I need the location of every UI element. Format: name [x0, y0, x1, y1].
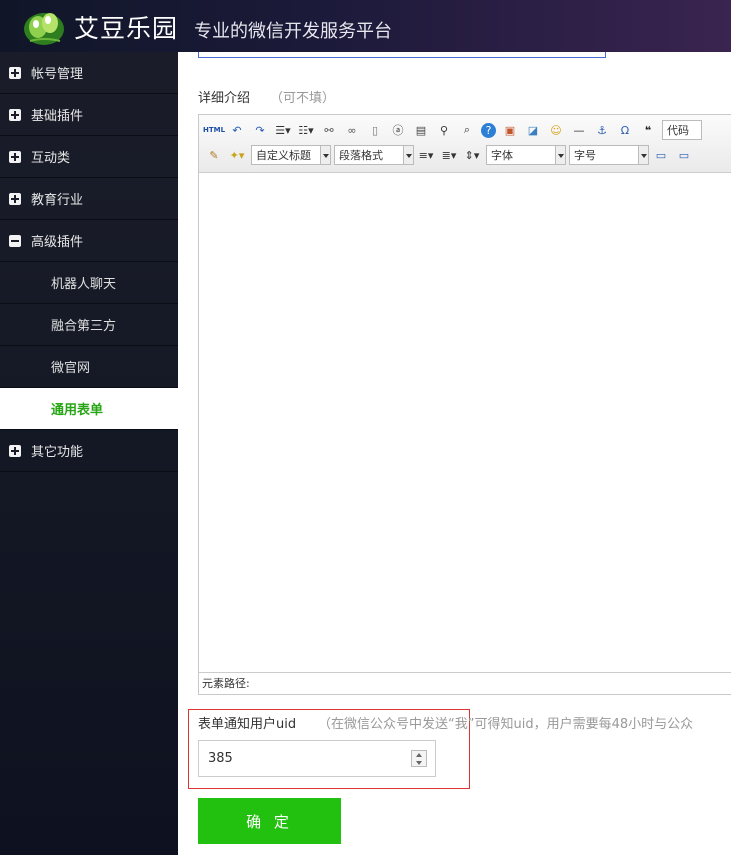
image-center-icon[interactable]: ▭: [675, 146, 693, 164]
unlink-icon[interactable]: ⚯: [320, 121, 338, 139]
sidebar-subitem-robot-chat[interactable]: 机器人聊天: [0, 262, 178, 304]
expand-plus-icon: [9, 150, 21, 163]
main-content: 详细介绍 （可不填） HTML ↶ ↷ ☰▾ ☷▾ ⚯ ∞ ▯ ⓐ ▤ ⚲ ⌕ …: [178, 52, 731, 855]
element-path-bar: 元素路径:: [199, 672, 731, 694]
paragraph-spacing-bottom-icon[interactable]: ≣▾: [440, 146, 458, 164]
undo-icon[interactable]: ↶: [228, 121, 246, 139]
chevron-down-icon: [638, 146, 648, 164]
number-stepper-icon[interactable]: [411, 750, 427, 767]
sidebar-subitem-label: 融合第三方: [51, 319, 117, 334]
toolbar-row-2: ✎ ✦▾ 自定义标题 段落格式 ≡▾ ≣▾ ⇕▾ 字体 字号 ▭ ▭: [205, 144, 698, 166]
sidebar-item-account[interactable]: 帐号管理: [0, 52, 178, 94]
chevron-down-icon: [320, 146, 330, 164]
image-icon[interactable]: ▣: [501, 121, 519, 139]
top-header: 艾豆乐园 专业的微信开发服务平台: [0, 0, 731, 52]
font-size-select[interactable]: 字号: [569, 145, 649, 165]
sidebar-item-education[interactable]: 教育行业: [0, 178, 178, 220]
font-size-label: 字号: [574, 149, 596, 162]
sidebar-item-other[interactable]: 其它功能: [0, 430, 178, 472]
paragraph-format-select[interactable]: 段落格式: [334, 145, 414, 165]
paragraph-format-label: 段落格式: [339, 149, 383, 162]
uid-label: 表单通知用户uid: [198, 717, 297, 732]
uid-value: 385: [208, 751, 233, 766]
collapse-minus-icon: [9, 234, 21, 247]
detail-hint: （可不填）: [270, 91, 336, 106]
brand-tagline: 专业的微信开发服务平台: [194, 21, 392, 42]
line-height-icon[interactable]: ⇕▾: [463, 146, 481, 164]
paste-text-icon[interactable]: ⓐ: [389, 121, 407, 139]
sidebar-subitem-label: 通用表单: [51, 403, 104, 418]
sidebar-item-label: 其它功能: [31, 445, 84, 460]
sidebar-subitem-label: 微官网: [51, 361, 91, 376]
sidebar-item-interactive[interactable]: 互动类: [0, 136, 178, 178]
expand-plus-icon: [9, 192, 21, 205]
previous-input-field[interactable]: [198, 52, 606, 58]
image-left-icon[interactable]: ▭: [652, 146, 670, 164]
sidebar-subitem-third-party[interactable]: 融合第三方: [0, 304, 178, 346]
sidebar-item-label: 教育行业: [31, 193, 84, 208]
toolbar-row-1: HTML ↶ ↷ ☰▾ ☷▾ ⚯ ∞ ▯ ⓐ ▤ ⚲ ⌕ ? ▣ ◪ ☺ — ⚓…: [203, 119, 705, 141]
font-family-select[interactable]: 字体: [486, 145, 566, 165]
sidebar-item-label: 基础插件: [31, 109, 84, 124]
sidebar-subitem-general-form[interactable]: 通用表单: [0, 388, 178, 430]
quote-icon[interactable]: ❝: [639, 121, 657, 139]
rich-text-editor: HTML ↶ ↷ ☰▾ ☷▾ ⚯ ∞ ▯ ⓐ ▤ ⚲ ⌕ ? ▣ ◪ ☺ — ⚓…: [198, 114, 731, 695]
bean-logo-icon[interactable]: [20, 7, 68, 47]
sidebar-item-advanced-plugins[interactable]: 高级插件: [0, 220, 178, 262]
emoticon-icon[interactable]: ☺: [547, 121, 565, 139]
sidebar-item-label: 帐号管理: [31, 67, 84, 82]
sidebar-subitem-label: 机器人聊天: [51, 277, 117, 292]
redo-icon[interactable]: ↷: [251, 121, 269, 139]
link-icon[interactable]: ∞: [343, 121, 361, 139]
detail-label: 详细介绍: [198, 91, 251, 106]
paragraph-spacing-top-icon[interactable]: ≡▾: [417, 146, 435, 164]
chevron-down-icon: [403, 146, 413, 164]
find-icon[interactable]: ⚲: [435, 121, 453, 139]
clear-format-icon[interactable]: ✦▾: [228, 146, 246, 164]
sidebar-nav: 帐号管理 基础插件 互动类 教育行业 高级插件 机器人聊天 融合第三方 微官网 …: [0, 52, 178, 855]
submit-button[interactable]: 确 定: [198, 798, 341, 844]
uid-number-input[interactable]: 385: [198, 740, 436, 777]
anchor-icon[interactable]: ⚓: [593, 121, 611, 139]
print-icon[interactable]: ▤: [412, 121, 430, 139]
unordered-list-icon[interactable]: ☰▾: [274, 121, 292, 139]
code-select[interactable]: 代码: [662, 120, 702, 140]
sidebar-item-label: 高级插件: [31, 235, 84, 250]
custom-heading-label: 自定义标题: [256, 149, 311, 162]
special-char-icon[interactable]: Ω: [616, 121, 634, 139]
insert-image-icon[interactable]: ◪: [524, 121, 542, 139]
preview-icon[interactable]: ⌕: [458, 121, 476, 139]
chevron-down-icon: [555, 146, 565, 164]
help-icon[interactable]: ?: [481, 122, 496, 138]
sidebar-item-label: 互动类: [31, 151, 71, 166]
editor-content-area[interactable]: [199, 173, 731, 673]
custom-heading-select[interactable]: 自定义标题: [251, 145, 331, 165]
code-select-label: 代码: [667, 124, 689, 137]
font-family-label: 字体: [491, 149, 513, 162]
editor-toolbar: HTML ↶ ↷ ☰▾ ☷▾ ⚯ ∞ ▯ ⓐ ▤ ⚲ ⌕ ? ▣ ◪ ☺ — ⚓…: [199, 115, 731, 173]
ordered-list-icon[interactable]: ☷▾: [297, 121, 315, 139]
expand-plus-icon: [9, 66, 21, 79]
format-brush-icon[interactable]: ✎: [205, 146, 223, 164]
expand-plus-icon: [9, 108, 21, 121]
html-icon[interactable]: HTML: [203, 121, 225, 139]
expand-plus-icon: [9, 444, 21, 457]
new-doc-icon[interactable]: ▯: [366, 121, 384, 139]
uid-hint: （在微信公众号中发送“我”可得知uid，用户需要每48小时与公众: [318, 717, 694, 732]
sidebar-subitem-micro-site[interactable]: 微官网: [0, 346, 178, 388]
brand-name[interactable]: 艾豆乐园: [74, 9, 178, 45]
horizontal-rule-icon[interactable]: —: [570, 121, 588, 139]
sidebar-item-basic-plugins[interactable]: 基础插件: [0, 94, 178, 136]
